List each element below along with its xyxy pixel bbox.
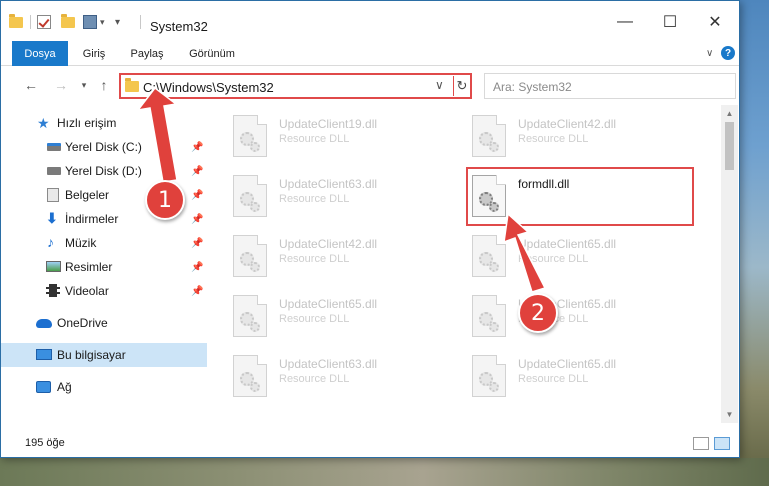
step-badge-2: 2 [518,293,558,333]
arrow-2 [503,212,547,293]
step-badge-1: 1 [145,180,185,220]
annotation-arrows [136,86,547,293]
arrow-1 [136,86,178,183]
